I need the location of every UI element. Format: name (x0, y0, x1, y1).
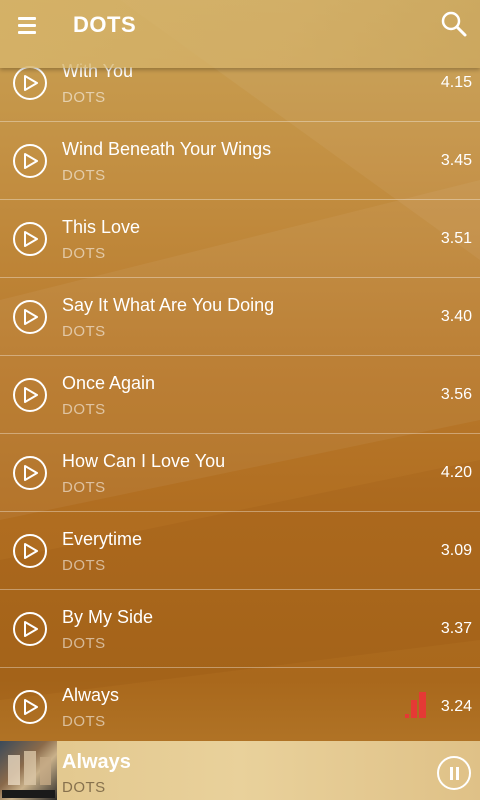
song-artist: DOTS (62, 557, 106, 574)
play-icon[interactable] (13, 378, 47, 412)
song-row[interactable]: This Love DOTS 3.51 (0, 200, 480, 278)
song-row[interactable]: Wind Beneath Your Wings DOTS 3.45 (0, 122, 480, 200)
song-duration: 4.15 (440, 74, 472, 91)
play-icon[interactable] (13, 222, 47, 256)
now-playing-artist: DOTS (62, 779, 106, 796)
song-artist: DOTS (62, 323, 106, 340)
play-icon[interactable] (13, 300, 47, 334)
hamburger-menu-icon[interactable] (16, 14, 44, 38)
play-icon[interactable] (13, 612, 47, 646)
song-duration: 4.20 (440, 464, 472, 481)
song-artist: DOTS (62, 167, 106, 184)
song-title: Say It What Are You Doing (62, 295, 275, 315)
song-duration: 3.09 (440, 542, 472, 559)
song-row[interactable]: Everytime DOTS 3.09 (0, 512, 480, 590)
song-title: This Love (62, 217, 141, 237)
song-title: Once Again (62, 373, 156, 393)
song-row[interactable]: How Can I Love You DOTS 4.20 (0, 434, 480, 512)
song-title: Always (62, 685, 120, 705)
song-title: How Can I Love You (62, 451, 226, 471)
song-artist: DOTS (62, 89, 106, 106)
song-row[interactable]: Once Again DOTS 3.56 (0, 356, 480, 434)
song-title: Everytime (62, 529, 143, 549)
song-artist: DOTS (62, 245, 106, 262)
equalizer-icon (405, 692, 433, 718)
song-title: By My Side (62, 607, 154, 627)
album-art (0, 741, 57, 800)
song-duration: 3.40 (440, 308, 472, 325)
song-duration: 3.51 (440, 230, 472, 247)
song-artist: DOTS (62, 479, 106, 496)
song-artist: DOTS (62, 635, 106, 652)
song-row-playing[interactable]: Always DOTS 3.24 (0, 668, 480, 746)
play-icon[interactable] (13, 690, 47, 724)
song-duration: 3.37 (440, 620, 472, 637)
search-icon[interactable] (440, 10, 468, 38)
song-row[interactable]: By My Side DOTS 3.37 (0, 590, 480, 668)
app-header: DOTS (0, 0, 480, 68)
page-title: DOTS (73, 12, 137, 37)
song-duration: 3.45 (440, 152, 472, 169)
now-playing-title: Always (62, 751, 131, 773)
play-icon[interactable] (13, 66, 47, 100)
song-duration: 3.56 (440, 386, 472, 403)
play-icon[interactable] (13, 144, 47, 178)
song-row[interactable]: Say It What Are You Doing DOTS 3.40 (0, 278, 480, 356)
song-artist: DOTS (62, 401, 106, 418)
song-title: Wind Beneath Your Wings (62, 139, 272, 159)
song-list: With You DOTS 4.15 Wind Beneath Your Win… (0, 44, 480, 746)
pause-icon[interactable] (437, 756, 471, 790)
now-playing-bar[interactable]: Always DOTS (0, 741, 480, 800)
play-icon[interactable] (13, 456, 47, 490)
song-duration: 3.24 (440, 698, 472, 715)
song-artist: DOTS (62, 713, 106, 730)
play-icon[interactable] (13, 534, 47, 568)
